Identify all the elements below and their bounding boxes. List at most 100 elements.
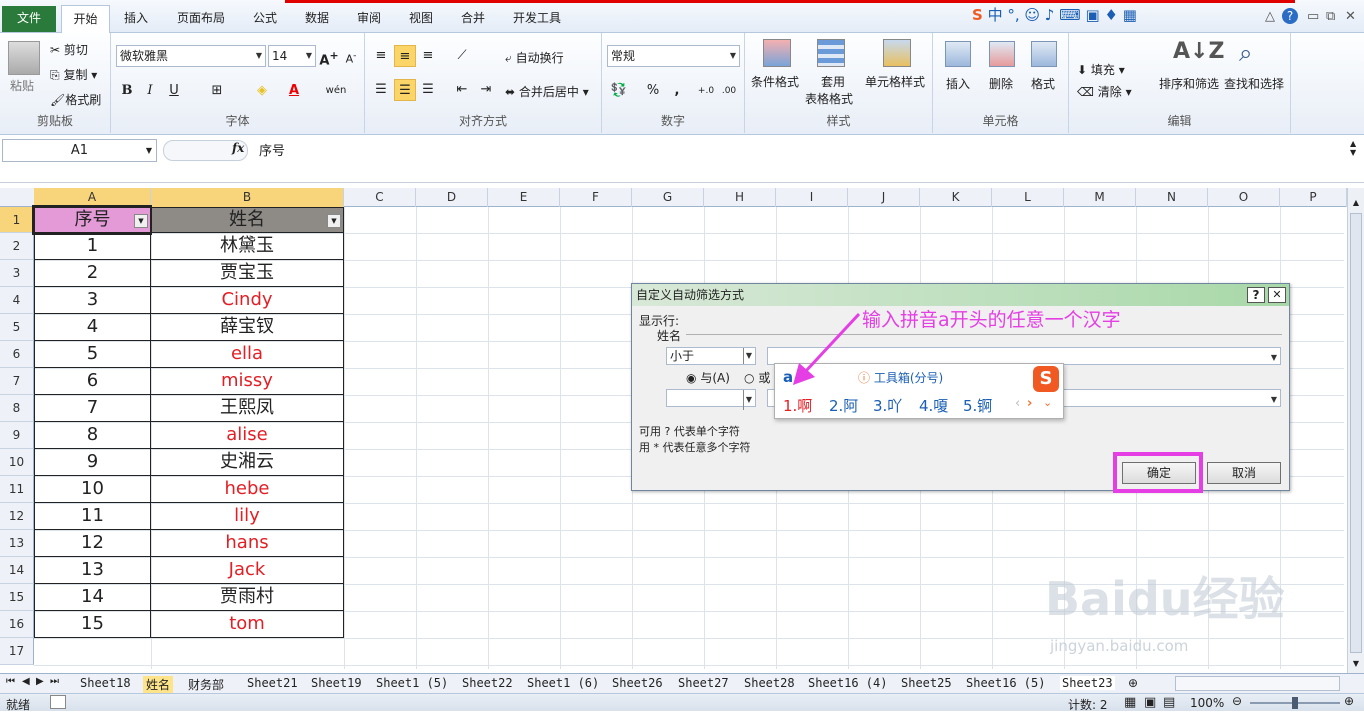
format-painter-button[interactable]: 🖌格式刷 xyxy=(50,91,101,108)
increase-indent-icon[interactable]: ⇥ xyxy=(475,79,497,101)
cell-name[interactable]: hebe xyxy=(150,476,344,503)
sheet-tab[interactable]: Sheet25 xyxy=(901,676,952,690)
filter-dropdown-icon[interactable]: ▼ xyxy=(327,214,341,228)
bold-icon[interactable]: B xyxy=(116,80,138,102)
paste-button[interactable]: 粘贴 xyxy=(10,77,34,94)
help-icon[interactable]: ? xyxy=(1282,8,1298,24)
sheet-tab[interactable]: Sheet1 (5) xyxy=(376,676,448,690)
clear-button[interactable]: ⌫ 清除 ▾ xyxy=(1077,83,1132,100)
column-header-f[interactable]: F xyxy=(560,188,632,207)
cell-name[interactable]: hans xyxy=(150,530,344,557)
tab-merge[interactable]: 合并 xyxy=(461,9,485,26)
cut-button[interactable]: ✂ 剪切 xyxy=(50,41,88,58)
cell-name[interactable]: 林黛玉 xyxy=(150,233,344,260)
shrink-font-icon[interactable]: A- xyxy=(340,45,362,67)
find-select-button[interactable]: 查找和选择 xyxy=(1224,75,1284,92)
sheet-last-icon[interactable]: ⏭ xyxy=(50,676,59,687)
comma-icon[interactable]: , xyxy=(666,80,688,102)
filter-dropdown-icon[interactable]: ▼ xyxy=(134,214,148,228)
column-header-i[interactable]: I xyxy=(776,188,848,207)
cell-seq[interactable]: 6 xyxy=(34,368,151,395)
sheet-tab[interactable]: Sheet26 xyxy=(612,676,663,690)
row-header[interactable]: 5 xyxy=(0,314,34,341)
cell-name[interactable]: lily xyxy=(150,503,344,530)
number-format-select[interactable]: 常规 ▼ xyxy=(607,45,740,67)
cell-styles-button[interactable]: 单元格样式 xyxy=(865,73,925,90)
align-middle-icon[interactable]: ≡ xyxy=(394,45,416,67)
operator2-select[interactable]: ▼ xyxy=(666,389,756,410)
cell-seq[interactable]: 11 xyxy=(34,503,151,530)
font-size-select[interactable]: 14 ▼ xyxy=(268,45,316,67)
row-header[interactable]: 1 xyxy=(0,207,34,233)
window-minimize-icon[interactable]: ▭ xyxy=(1307,9,1319,24)
tab-file[interactable]: 文件 xyxy=(2,6,56,32)
italic-icon[interactable]: I xyxy=(139,80,161,102)
ime-toolbox[interactable]: ⓘ 工具箱(分号) xyxy=(858,369,943,386)
fx-icon[interactable]: fx xyxy=(232,141,244,155)
cell-seq[interactable]: 12 xyxy=(34,530,151,557)
currency-icon[interactable]: 💱 xyxy=(608,80,630,102)
align-center-icon[interactable]: ☰ xyxy=(394,79,416,101)
row-header[interactable]: 6 xyxy=(0,341,34,368)
format-button[interactable]: 格式 xyxy=(1031,75,1055,92)
view-layout-icon[interactable]: ▣ xyxy=(1144,695,1156,710)
name-box-dropdown-icon[interactable]: ▼ xyxy=(146,140,152,161)
cell-name[interactable]: 贾宝玉 xyxy=(150,260,344,287)
ime-candidate-5[interactable]: 5.锕 xyxy=(963,395,992,416)
row-header[interactable]: 3 xyxy=(0,260,34,287)
cell-seq[interactable]: 9 xyxy=(34,449,151,476)
fill-color-icon[interactable]: ◈ xyxy=(251,80,273,102)
and-radio[interactable]: ◉ 与(A) xyxy=(686,369,730,386)
ime-toolbar[interactable]: S 中 °, ☺ ♪ ⌨ ▣ ♦ ▦ xyxy=(972,4,1162,28)
zoom-slider-thumb[interactable] xyxy=(1292,697,1298,709)
ime-candidate-2[interactable]: 2.阿 xyxy=(829,395,858,416)
tab-page-layout[interactable]: 页面布局 xyxy=(177,9,225,26)
wrap-text-button[interactable]: ⤶ 自动换行 xyxy=(505,49,564,66)
sheet-tab[interactable]: 姓名 xyxy=(143,676,174,693)
paste-icon[interactable] xyxy=(8,41,40,75)
column-header-c[interactable]: C xyxy=(344,188,416,207)
cell-name[interactable]: alise xyxy=(150,422,344,449)
font-color-icon[interactable]: A xyxy=(283,80,305,102)
column-header-k[interactable]: K xyxy=(920,188,992,207)
formula-expand-icon[interactable]: ▲ ▼ xyxy=(1350,139,1356,157)
align-left-icon[interactable]: ☰ xyxy=(370,79,392,101)
cell-seq[interactable]: 7 xyxy=(34,395,151,422)
tab-data[interactable]: 数据 xyxy=(305,9,329,26)
tab-home[interactable]: 开始 xyxy=(61,5,110,34)
row-header[interactable]: 12 xyxy=(0,503,34,530)
column-header-h[interactable]: H xyxy=(704,188,776,207)
sort-filter-button[interactable]: 排序和筛选 xyxy=(1159,75,1219,92)
row-header[interactable]: 14 xyxy=(0,557,34,584)
sheet-tab[interactable]: Sheet27 xyxy=(678,676,729,690)
phonetic-icon[interactable]: wén xyxy=(325,80,347,102)
cell-name[interactable]: missy xyxy=(150,368,344,395)
align-bottom-icon[interactable]: ≡ xyxy=(417,45,439,67)
fill-button[interactable]: ⬇ 填充 ▾ xyxy=(1077,61,1125,78)
cell-seq[interactable]: 14 xyxy=(34,584,151,611)
decrease-indent-icon[interactable]: ⇤ xyxy=(451,79,473,101)
sheet-next-icon[interactable]: ▶ xyxy=(36,676,44,687)
sheet-tab[interactable]: Sheet18 xyxy=(80,676,131,690)
ime-next-icon[interactable]: › xyxy=(1027,396,1032,411)
macro-record-icon[interactable] xyxy=(50,695,66,709)
sheet-tab[interactable]: Sheet16 (4) xyxy=(808,676,887,690)
window-close-icon[interactable]: ✕ xyxy=(1345,9,1356,24)
sheet-tab[interactable]: Sheet16 (5) xyxy=(966,676,1045,690)
increase-decimal-icon[interactable]: +.0 xyxy=(695,80,717,102)
scroll-down-icon[interactable]: ▼ xyxy=(1348,659,1364,668)
column-header-a[interactable]: A xyxy=(34,188,151,207)
row-header[interactable]: 2 xyxy=(0,233,34,260)
copy-button[interactable]: ⎘ 复制 ▾ xyxy=(50,66,97,83)
cell-name[interactable]: 贾雨村 xyxy=(150,584,344,611)
column-header-j[interactable]: J xyxy=(848,188,920,207)
conditional-format-button[interactable]: 条件格式 xyxy=(751,73,799,90)
cell-seq[interactable]: 13 xyxy=(34,557,151,584)
row-header[interactable]: 15 xyxy=(0,584,34,611)
tab-review[interactable]: 审阅 xyxy=(357,9,381,26)
row-header[interactable]: 10 xyxy=(0,449,34,476)
column-header-d[interactable]: D xyxy=(416,188,488,207)
cell-seq[interactable]: 8 xyxy=(34,422,151,449)
row-header[interactable]: 7 xyxy=(0,368,34,395)
cancel-button[interactable]: 取消 xyxy=(1207,462,1281,484)
